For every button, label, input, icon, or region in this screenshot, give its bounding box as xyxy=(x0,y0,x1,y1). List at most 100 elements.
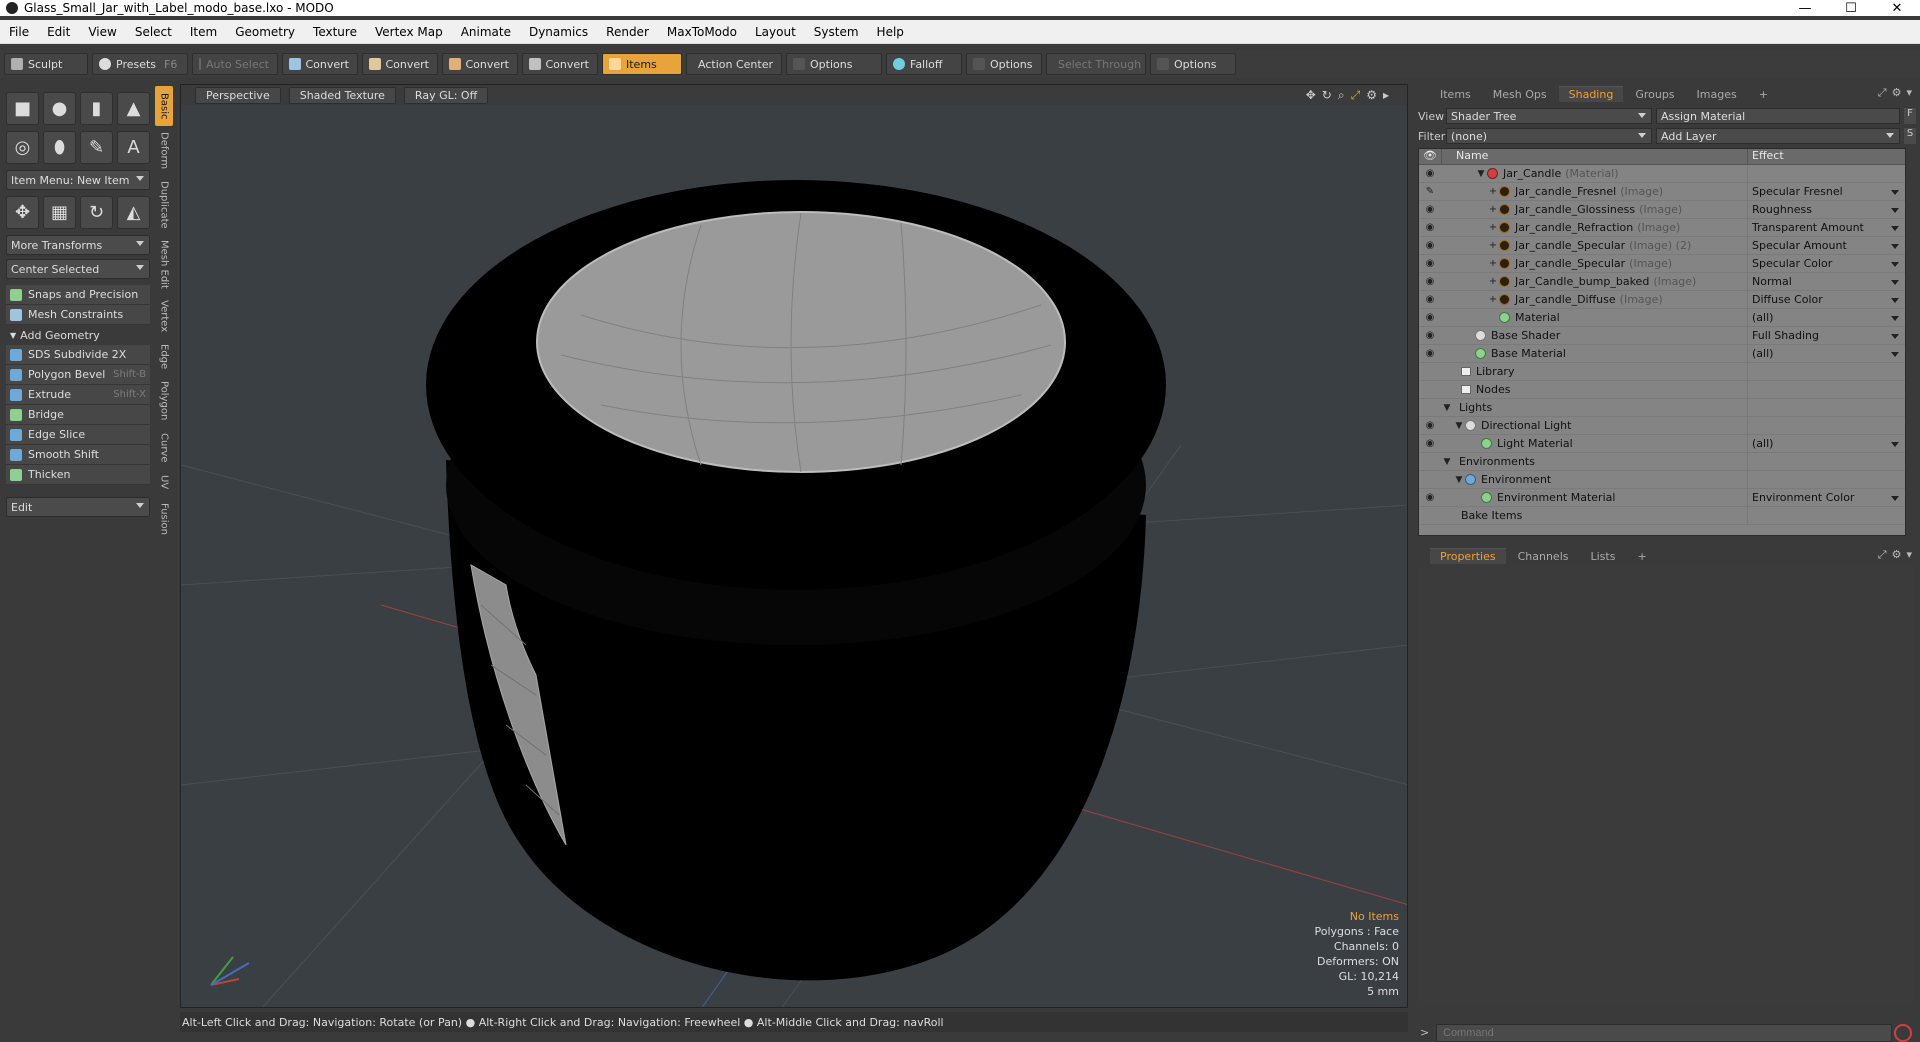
tree-row[interactable]: ◉ ▼Jar_Candle(Material) xyxy=(1419,165,1905,183)
cylinder-icon[interactable]: ▮ xyxy=(80,92,113,125)
tree-row[interactable]: ◉ +Jar_candle_Refraction(Image) Transpar… xyxy=(1419,219,1905,237)
edit-dropdown[interactable]: Edit xyxy=(6,497,150,517)
center-selected-dropdown[interactable]: Center Selected xyxy=(6,259,150,279)
effect-column-header[interactable]: Effect xyxy=(1747,149,1905,164)
perspective-button[interactable]: Perspective xyxy=(195,87,281,104)
select-through-button[interactable]: Select Through xyxy=(1046,53,1146,75)
presets-button[interactable]: Presets F6 xyxy=(92,53,188,75)
items-mode-button[interactable]: Items xyxy=(602,53,682,75)
command-input[interactable] xyxy=(1436,1024,1892,1042)
effect-dropdown[interactable]: (all) xyxy=(1747,309,1905,327)
menu-item[interactable]: Item xyxy=(181,25,226,39)
eye-icon[interactable]: ◉ xyxy=(1419,291,1441,309)
tree-row[interactable]: ◉ +Jar_candle_Specular(Image) Specular C… xyxy=(1419,255,1905,273)
tab-items[interactable]: Items xyxy=(1430,87,1481,102)
tree-row[interactable]: ▼Environments xyxy=(1419,453,1905,471)
rotate-icon[interactable]: ↻ xyxy=(80,196,113,229)
eye-icon[interactable]: ◉ xyxy=(1419,219,1441,237)
edge-slice-button[interactable]: Edge Slice xyxy=(6,425,150,445)
eye-icon[interactable]: ◉ xyxy=(1419,345,1441,363)
cube-icon[interactable]: ■ xyxy=(6,92,39,125)
eye-icon[interactable]: ◉ xyxy=(1419,165,1441,183)
menu-dynamics[interactable]: Dynamics xyxy=(520,25,597,39)
tab-properties[interactable]: Properties xyxy=(1430,548,1506,564)
eye-icon[interactable]: ◉ xyxy=(1419,273,1441,291)
falloff-options-button[interactable]: Options xyxy=(966,53,1042,75)
effect-dropdown[interactable]: (all) xyxy=(1747,345,1905,363)
tree-row[interactable]: Bake Items xyxy=(1419,507,1905,525)
shaded-texture-button[interactable]: Shaded Texture xyxy=(289,87,396,104)
chevron-down-icon[interactable]: ▾ xyxy=(1906,86,1912,100)
tree-row[interactable]: ◉ +Jar_candle_Diffuse(Image) Diffuse Col… xyxy=(1419,291,1905,309)
mesh-constraints-button[interactable]: Mesh Constraints xyxy=(6,305,150,325)
bridge-button[interactable]: Bridge xyxy=(6,405,150,425)
tab-channels[interactable]: Channels xyxy=(1508,549,1579,564)
cone-icon[interactable]: ▲ xyxy=(117,92,150,125)
minimize-button[interactable]: — xyxy=(1782,0,1828,16)
tab-deform[interactable]: Deform xyxy=(155,128,173,174)
view-dropdown[interactable]: Shader Tree xyxy=(1446,108,1652,124)
chevron-right-icon[interactable]: ▸ xyxy=(1383,88,1389,103)
gear-icon[interactable]: ⚙ xyxy=(1892,548,1902,562)
expand-arrow-icon[interactable]: ▼ xyxy=(1441,403,1453,413)
record-icon[interactable] xyxy=(1894,1024,1912,1042)
expand-plus-icon[interactable]: + xyxy=(1487,276,1499,287)
orbit-icon[interactable]: ↻ xyxy=(1322,88,1332,103)
scale-icon[interactable]: ◭ xyxy=(117,196,150,229)
convert-polygons-button[interactable]: Convert xyxy=(442,53,518,75)
menu-system[interactable]: System xyxy=(805,25,868,39)
convert-materials-button[interactable]: Convert xyxy=(522,53,598,75)
expand-icon[interactable]: ⤢ xyxy=(1878,548,1887,562)
menu-layout[interactable]: Layout xyxy=(746,25,805,39)
tree-row[interactable]: ◉ Material (all) xyxy=(1419,309,1905,327)
tree-row[interactable]: Nodes xyxy=(1419,381,1905,399)
s-button[interactable]: S xyxy=(1904,128,1916,144)
effect-dropdown[interactable]: Diffuse Color xyxy=(1747,291,1905,309)
smooth-shift-button[interactable]: Smooth Shift xyxy=(6,445,150,465)
sculpt-button[interactable]: Sculpt xyxy=(4,53,88,75)
effect-dropdown[interactable]: Environment Color xyxy=(1747,489,1905,507)
tab-edge[interactable]: Edge xyxy=(155,340,173,374)
tree-row[interactable]: ▼Environment xyxy=(1419,471,1905,489)
menu-texture[interactable]: Texture xyxy=(304,25,366,39)
tree-row[interactable]: ◉ Base Shader Full Shading xyxy=(1419,327,1905,345)
expand-plus-icon[interactable]: + xyxy=(1487,258,1499,269)
thicken-button[interactable]: Thicken xyxy=(6,465,150,485)
sphere-icon[interactable]: ● xyxy=(43,92,76,125)
falloff-button[interactable]: Falloff xyxy=(886,53,962,75)
filter-dropdown[interactable]: (none) xyxy=(1446,128,1652,144)
more-transforms-dropdown[interactable]: More Transforms xyxy=(6,235,150,255)
tree-row[interactable]: ◉ +Jar_candle_Specular(Image) (2) Specul… xyxy=(1419,237,1905,255)
eye-icon[interactable]: ◉ xyxy=(1419,489,1441,507)
expand-arrow-icon[interactable]: ▼ xyxy=(1453,475,1465,485)
menu-edit[interactable]: Edit xyxy=(38,25,79,39)
convert-vertices-button[interactable]: Convert xyxy=(282,53,358,75)
effect-dropdown[interactable]: Specular Color xyxy=(1747,255,1905,273)
ray-gl-button[interactable]: Ray GL: Off xyxy=(404,87,488,104)
auto-select-button[interactable]: Auto Select xyxy=(192,53,278,75)
tab-mesh-ops[interactable]: Mesh Ops xyxy=(1483,87,1557,102)
tab-images[interactable]: Images xyxy=(1687,87,1747,102)
f-button[interactable]: F xyxy=(1904,108,1916,124)
gear-icon[interactable]: ⚙ xyxy=(1892,86,1902,100)
eye-icon[interactable]: ◉ xyxy=(1419,327,1441,345)
effect-dropdown[interactable]: Specular Fresnel xyxy=(1747,183,1905,201)
sds-subdivide-button[interactable]: SDS Subdivide 2X xyxy=(6,345,150,365)
tab-polygon[interactable]: Polygon xyxy=(155,376,173,426)
effect-dropdown[interactable]: Specular Amount xyxy=(1747,237,1905,255)
expand-plus-icon[interactable]: + xyxy=(1487,222,1499,233)
transform-icon[interactable]: ✥ xyxy=(6,196,39,229)
eye-icon[interactable]: ◉ xyxy=(1419,417,1441,435)
action-center-options-button[interactable]: Options xyxy=(786,53,882,75)
chevron-down-icon[interactable]: ▾ xyxy=(1906,548,1912,562)
eye-icon[interactable]: ◉ xyxy=(1419,201,1441,219)
effect-dropdown[interactable]: Transparent Amount xyxy=(1747,219,1905,237)
tab-duplicate[interactable]: Duplicate xyxy=(155,176,173,234)
viewport-scene[interactable] xyxy=(181,85,1408,1008)
tab-curve[interactable]: Curve xyxy=(155,428,173,468)
menu-select[interactable]: Select xyxy=(126,25,181,39)
maximize-icon[interactable]: ⤢ xyxy=(1351,88,1361,103)
menu-render[interactable]: Render xyxy=(597,25,658,39)
convert-edges-button[interactable]: Convert xyxy=(362,53,438,75)
add-layer-dropdown[interactable]: Add Layer xyxy=(1656,128,1900,144)
